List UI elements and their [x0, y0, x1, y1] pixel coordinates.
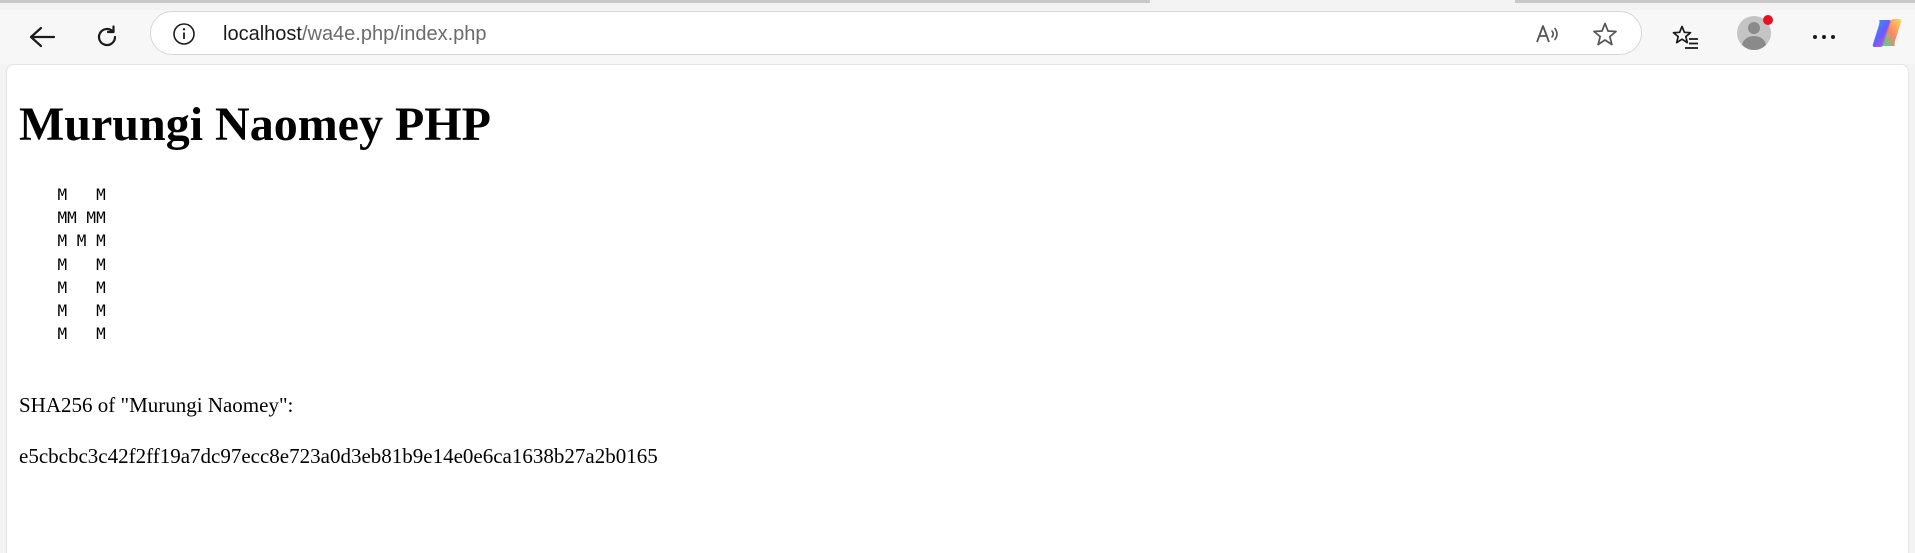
avatar-head [1748, 22, 1760, 34]
browser-toolbar: localhost/wa4e.php/index.php [0, 10, 1915, 64]
page-title: Murungi Naomey PHP [19, 98, 491, 151]
read-aloud-icon[interactable] [1533, 20, 1561, 48]
avatar-body [1742, 36, 1766, 50]
sha-label: SHA256 of "Murungi Naomey": [19, 393, 294, 417]
info-icon[interactable] [171, 21, 197, 47]
refresh-icon[interactable] [89, 19, 125, 55]
address-bar[interactable]: localhost/wa4e.php/index.php [150, 11, 1642, 55]
sha-value: e5cbcbc3c42f2ff19a7dc97ecc8e723a0d3eb81b… [19, 444, 658, 468]
star-icon[interactable] [1591, 20, 1619, 48]
tab-strip-edge [0, 0, 1150, 3]
copilot-icon[interactable] [1870, 16, 1904, 50]
ascii-art-m: M M MM MM M M M M M M M M M M M [57, 185, 106, 344]
tab-strip-edge [1515, 0, 1915, 3]
favorites-list-icon[interactable] [1668, 19, 1704, 55]
back-arrow-icon[interactable] [24, 19, 60, 55]
address-url[interactable]: localhost/wa4e.php/index.php [223, 23, 487, 46]
url-host: localhost [223, 23, 302, 45]
url-path: /wa4e.php/index.php [301, 23, 487, 45]
tab-strip [0, 0, 1915, 10]
notification-dot [1763, 15, 1773, 25]
page-viewport: Murungi Naomey PHP M M MM MM M M M M M M… [6, 64, 1909, 553]
more-icon[interactable] [1806, 19, 1842, 55]
